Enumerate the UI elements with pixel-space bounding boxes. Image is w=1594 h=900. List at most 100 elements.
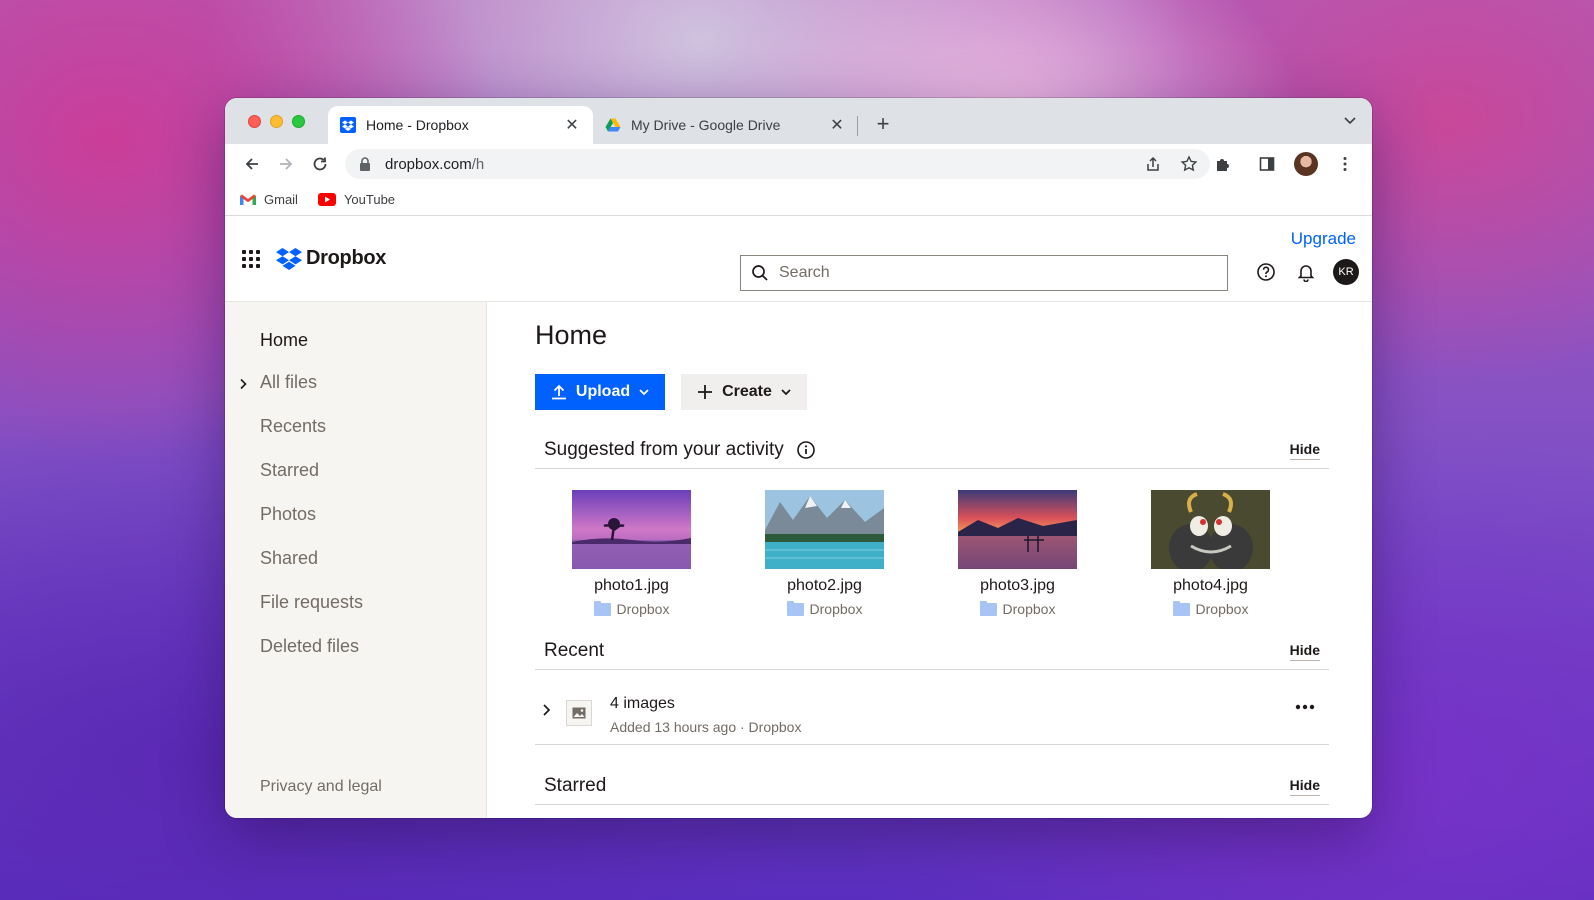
- minimize-window-button[interactable]: [270, 115, 283, 128]
- bookmarks-bar: Gmail YouTube: [225, 184, 1372, 216]
- privacy-and-legal-link[interactable]: Privacy and legal: [260, 778, 382, 796]
- info-icon[interactable]: [796, 440, 816, 460]
- chevron-right-icon[interactable]: [541, 703, 551, 717]
- section-title: Recent: [544, 640, 604, 662]
- side-panel-icon: [1259, 157, 1275, 171]
- recent-row[interactable]: 4 images Added 13 hours ago · Dropbox: [535, 682, 1329, 745]
- lock-icon[interactable]: [359, 157, 371, 171]
- sidebar: Home All files Recents Starred Photos Sh…: [225, 302, 487, 818]
- bookmark-label: Gmail: [264, 192, 298, 207]
- reload-button[interactable]: [303, 149, 337, 179]
- bookmark-star-icon[interactable]: [1180, 155, 1198, 173]
- chevron-down-icon: [639, 389, 649, 396]
- folder-icon: [593, 600, 611, 616]
- help-button[interactable]: [1253, 259, 1279, 285]
- tab-google-drive[interactable]: My Drive - Google Drive ✕: [593, 106, 858, 144]
- header-actions: KR: [1253, 259, 1359, 285]
- more-options-icon[interactable]: [1295, 704, 1315, 710]
- help-icon: [1257, 263, 1275, 281]
- account-avatar[interactable]: KR: [1333, 259, 1359, 285]
- sidebar-item-photos[interactable]: Photos: [260, 504, 316, 525]
- url-host: dropbox.com: [385, 155, 472, 173]
- file-location: Dropbox: [979, 600, 1056, 617]
- bookmark-label: YouTube: [343, 192, 396, 207]
- sidebar-item-shared[interactable]: Shared: [260, 548, 318, 569]
- folder-icon: [1172, 600, 1190, 616]
- create-button[interactable]: Create: [681, 374, 807, 410]
- youtube-icon: [317, 193, 336, 206]
- zoom-window-button[interactable]: [292, 115, 305, 128]
- sidebar-item-deleted-files[interactable]: Deleted files: [260, 636, 359, 657]
- close-window-button[interactable]: [248, 115, 261, 128]
- dropbox-header: Dropbox Upgrade KR: [225, 216, 1372, 302]
- upload-label: Upload: [575, 383, 631, 400]
- suggested-title: Suggested from your activity: [544, 439, 784, 460]
- sidebar-item-recents[interactable]: Recents: [260, 416, 326, 437]
- side-panel-button[interactable]: [1250, 149, 1284, 179]
- chevron-down-icon: [781, 389, 791, 396]
- notifications-button[interactable]: [1293, 259, 1319, 285]
- back-arrow-icon: [245, 158, 258, 170]
- file-name: photo3.jpg: [980, 577, 1055, 594]
- recent-row-subtitle: Added 13 hours ago · Dropbox: [610, 719, 802, 735]
- browser-toolbar: dropbox.com/h: [225, 144, 1372, 184]
- file-tile[interactable]: photo4.jpg Dropbox: [1114, 490, 1307, 617]
- sidebar-item-all-files[interactable]: All files: [260, 372, 317, 393]
- browser-window: Home - Dropbox ✕ My Drive - Google Drive…: [225, 98, 1372, 818]
- dropbox-wordmark: Dropbox: [306, 247, 387, 269]
- back-button[interactable]: [235, 149, 269, 179]
- hide-starred-button[interactable]: Hide: [1289, 777, 1320, 796]
- folder-label: Dropbox: [1195, 601, 1249, 617]
- forward-arrow-icon: [280, 158, 293, 170]
- recent-section-header: Recent Hide: [535, 634, 1329, 670]
- recent-row-title: 4 images: [610, 695, 675, 712]
- bookmark-youtube[interactable]: YouTube: [317, 192, 396, 207]
- extensions-button[interactable]: [1206, 149, 1240, 179]
- gmail-icon: [240, 194, 256, 205]
- kebab-menu-icon: [1343, 157, 1347, 171]
- share-icon[interactable]: [1144, 155, 1162, 173]
- bell-icon: [1297, 265, 1315, 282]
- file-tile[interactable]: photo2.jpg Dropbox: [728, 490, 921, 617]
- url-path: /h: [471, 155, 485, 173]
- page-title: Home: [535, 320, 608, 350]
- file-tile[interactable]: photo3.jpg Dropbox: [921, 490, 1114, 617]
- close-tab-icon[interactable]: ✕: [828, 115, 846, 135]
- search-box[interactable]: [740, 255, 1228, 291]
- browser-menu-button[interactable]: [1328, 149, 1362, 179]
- dropbox-logo[interactable]: Dropbox: [276, 247, 386, 270]
- tab-title: Home - Dropbox: [366, 117, 469, 133]
- address-bar[interactable]: dropbox.com/h: [345, 149, 1210, 179]
- hide-suggested-button[interactable]: Hide: [1289, 441, 1320, 460]
- app-switcher-grid-icon[interactable]: [242, 250, 260, 268]
- upgrade-link[interactable]: Upgrade: [1291, 229, 1356, 249]
- close-tab-icon[interactable]: ✕: [563, 115, 581, 135]
- file-tile[interactable]: photo1.jpg Dropbox: [535, 490, 728, 617]
- upload-button[interactable]: Upload: [535, 374, 665, 410]
- image-group-icon: [566, 700, 592, 726]
- hide-recent-button[interactable]: Hide: [1289, 642, 1320, 661]
- tab-search-chevron-icon[interactable]: [1342, 112, 1358, 128]
- search-input[interactable]: [779, 264, 1199, 282]
- tab-dropbox[interactable]: Home - Dropbox ✕: [328, 106, 593, 144]
- puzzle-icon: [1217, 159, 1229, 171]
- recent-title: Recent: [544, 640, 605, 661]
- folder-label: Dropbox: [1002, 601, 1056, 617]
- window-controls: [248, 115, 305, 128]
- folder-label: Dropbox: [616, 601, 670, 617]
- starred-title: Starred: [544, 775, 607, 796]
- sidebar-item-home[interactable]: Home: [260, 330, 308, 351]
- folder-label: Dropbox: [809, 601, 863, 617]
- section-title: Suggested from your activity: [544, 439, 816, 461]
- photo2-thumbnail: [765, 490, 884, 569]
- forward-button[interactable]: [269, 149, 303, 179]
- file-name: photo2.jpg: [787, 577, 862, 594]
- chevron-right-icon[interactable]: [238, 378, 248, 390]
- bookmark-gmail[interactable]: Gmail: [240, 192, 298, 207]
- image-icon: [572, 707, 586, 719]
- profile-avatar[interactable]: [1294, 152, 1318, 176]
- sidebar-item-file-requests[interactable]: File requests: [260, 592, 363, 613]
- new-tab-button[interactable]: +: [870, 111, 896, 137]
- sidebar-item-starred[interactable]: Starred: [260, 460, 319, 481]
- starred-section-header: Starred Hide: [535, 769, 1329, 805]
